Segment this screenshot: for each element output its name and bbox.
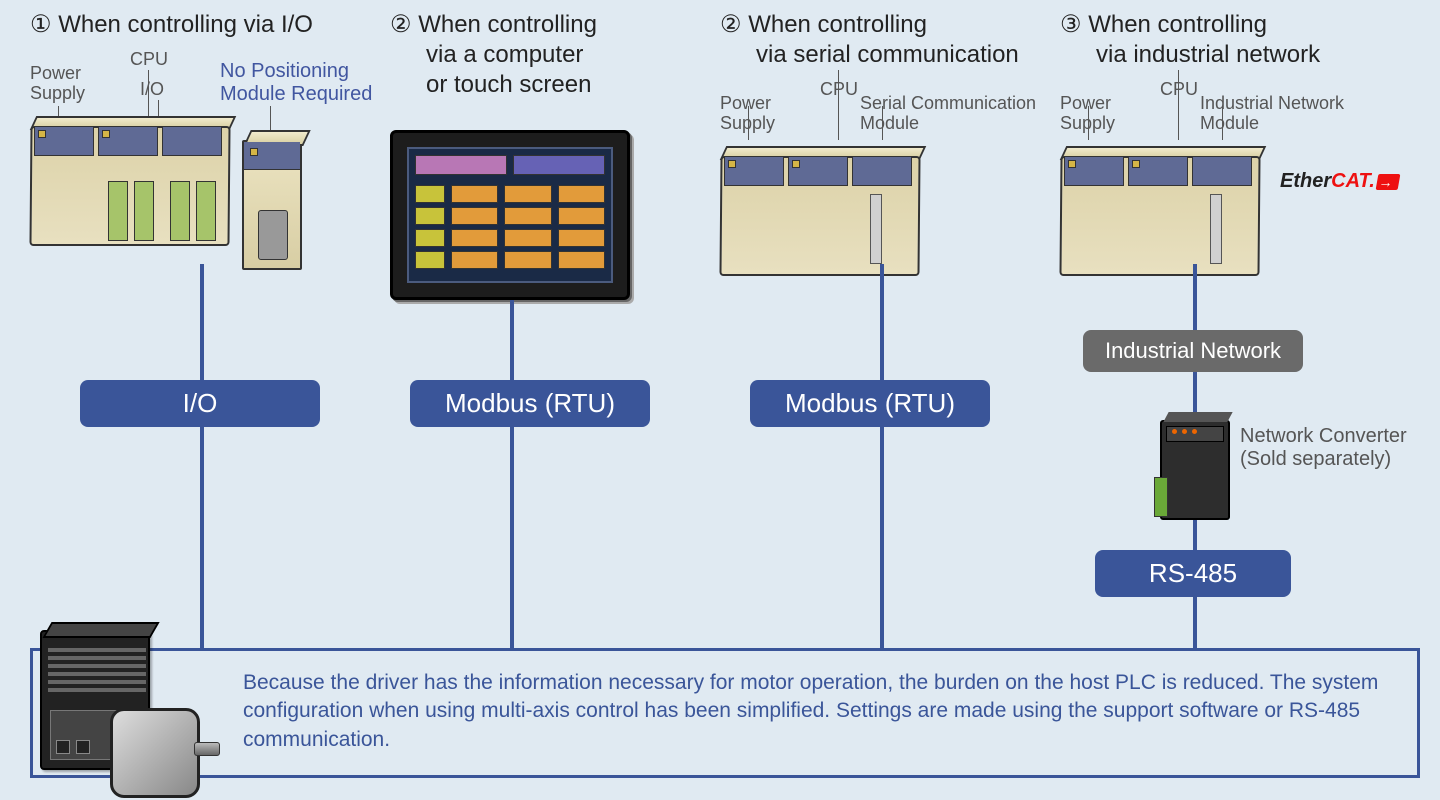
- conn-line: [880, 264, 884, 652]
- heading: ① When controlling via I/O: [30, 10, 370, 40]
- heading: ② When controlling via serial communicat…: [720, 10, 1060, 70]
- ethercat-logo: EtherCAT.→: [1280, 170, 1399, 193]
- protocol-pill: I/O: [80, 380, 320, 427]
- column-serial: ② When controlling via serial communicat…: [720, 10, 1060, 276]
- footer-text: Because the driver has the information n…: [243, 669, 1397, 754]
- plc-icon: [720, 146, 930, 276]
- plc-icon: [30, 116, 240, 246]
- servo-driver-icon: [40, 620, 180, 790]
- protocol-pill: RS-485: [1095, 550, 1291, 597]
- converter-note: Network Converter (Sold separately): [1240, 425, 1407, 471]
- footer-box: Because the driver has the information n…: [30, 648, 1420, 778]
- note-no-positioning: No Positioning Module Required: [220, 60, 372, 106]
- motor-icon: [110, 708, 200, 798]
- plc-labels: Power Supply CPU Industrial Network Modu…: [1060, 80, 1400, 140]
- heading: ③ When controlling via industrial networ…: [1060, 10, 1400, 70]
- conn-line: [200, 264, 204, 652]
- detached-module-icon: [242, 140, 302, 270]
- conn-line: [510, 300, 514, 652]
- heading: ② When controlling via a computer or tou…: [390, 10, 730, 100]
- protocol-pill: Modbus (RTU): [750, 380, 990, 427]
- hmi-icon: [390, 130, 630, 300]
- industrial-network-pill: Industrial Network: [1083, 330, 1303, 372]
- plc-icon: [1060, 146, 1270, 276]
- network-converter-icon: [1160, 420, 1230, 520]
- plc-labels: Power Supply CPU Serial Communication Mo…: [720, 80, 1060, 140]
- column-touchscreen: ② When controlling via a computer or tou…: [390, 10, 730, 300]
- protocol-pill: Modbus (RTU): [410, 380, 650, 427]
- column-industrial: ③ When controlling via industrial networ…: [1060, 10, 1400, 276]
- column-io: ① When controlling via I/O Power Supply …: [30, 10, 370, 246]
